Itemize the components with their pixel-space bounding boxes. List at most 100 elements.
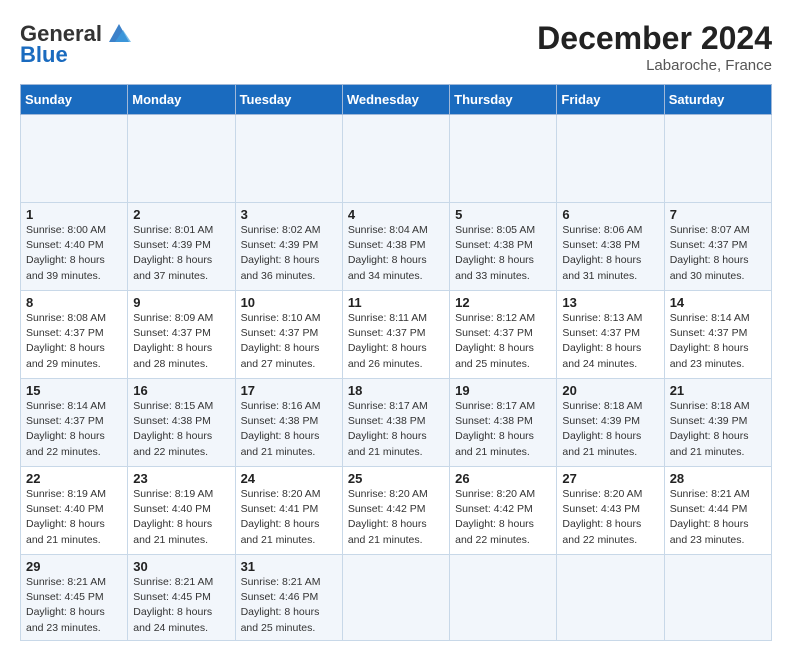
calendar-day-cell: 27Sunrise: 8:20 AMSunset: 4:43 PMDayligh…: [557, 467, 664, 555]
calendar-day-cell: 3Sunrise: 8:02 AMSunset: 4:39 PMDaylight…: [235, 203, 342, 291]
day-number: 6: [562, 207, 658, 222]
calendar-week-row: 1Sunrise: 8:00 AMSunset: 4:40 PMDaylight…: [21, 203, 772, 291]
day-info: Sunrise: 8:19 AMSunset: 4:40 PMDaylight:…: [26, 487, 122, 548]
calendar-day-cell: 2Sunrise: 8:01 AMSunset: 4:39 PMDaylight…: [128, 203, 235, 291]
daylight-hours: Daylight: 8 hours and 21 minutes.: [348, 518, 427, 545]
sunrise-time: Sunrise: 8:00 AM: [26, 224, 106, 236]
daylight-hours: Daylight: 8 hours and 21 minutes.: [562, 430, 641, 457]
sunrise-time: Sunrise: 8:11 AM: [348, 312, 427, 324]
day-info: Sunrise: 8:06 AMSunset: 4:38 PMDaylight:…: [562, 223, 658, 284]
calendar-day-cell: 19Sunrise: 8:17 AMSunset: 4:38 PMDayligh…: [450, 379, 557, 467]
calendar-day-cell: 6Sunrise: 8:06 AMSunset: 4:38 PMDaylight…: [557, 203, 664, 291]
sunset-time: Sunset: 4:37 PM: [670, 239, 748, 251]
daylight-hours: Daylight: 8 hours and 23 minutes.: [670, 518, 749, 545]
daylight-hours: Daylight: 8 hours and 29 minutes.: [26, 342, 105, 369]
day-info: Sunrise: 8:07 AMSunset: 4:37 PMDaylight:…: [670, 223, 766, 284]
sunrise-time: Sunrise: 8:20 AM: [455, 488, 535, 500]
calendar-day-cell: 15Sunrise: 8:14 AMSunset: 4:37 PMDayligh…: [21, 379, 128, 467]
day-number: 4: [348, 207, 444, 222]
col-tuesday: Tuesday: [235, 85, 342, 115]
page: General Blue December 2024 Labaroche, Fr…: [0, 0, 792, 651]
daylight-hours: Daylight: 8 hours and 22 minutes.: [133, 430, 212, 457]
sunrise-time: Sunrise: 8:20 AM: [348, 488, 428, 500]
daylight-hours: Daylight: 8 hours and 33 minutes.: [455, 254, 534, 281]
daylight-hours: Daylight: 8 hours and 34 minutes.: [348, 254, 427, 281]
day-info: Sunrise: 8:04 AMSunset: 4:38 PMDaylight:…: [348, 223, 444, 284]
sunset-time: Sunset: 4:37 PM: [241, 327, 319, 339]
daylight-hours: Daylight: 8 hours and 21 minutes.: [241, 518, 320, 545]
sunrise-time: Sunrise: 8:10 AM: [241, 312, 321, 324]
col-thursday: Thursday: [450, 85, 557, 115]
day-number: 5: [455, 207, 551, 222]
calendar-day-cell: 11Sunrise: 8:11 AMSunset: 4:37 PMDayligh…: [342, 291, 449, 379]
sunset-time: Sunset: 4:38 PM: [455, 415, 533, 427]
day-number: 9: [133, 295, 229, 310]
day-number: 27: [562, 471, 658, 486]
calendar-day-cell: 4Sunrise: 8:04 AMSunset: 4:38 PMDaylight…: [342, 203, 449, 291]
day-info: Sunrise: 8:02 AMSunset: 4:39 PMDaylight:…: [241, 223, 337, 284]
sunrise-time: Sunrise: 8:05 AM: [455, 224, 535, 236]
daylight-hours: Daylight: 8 hours and 28 minutes.: [133, 342, 212, 369]
daylight-hours: Daylight: 8 hours and 37 minutes.: [133, 254, 212, 281]
day-number: 19: [455, 383, 551, 398]
calendar-day-cell: 10Sunrise: 8:10 AMSunset: 4:37 PMDayligh…: [235, 291, 342, 379]
sunset-time: Sunset: 4:37 PM: [455, 327, 533, 339]
col-saturday: Saturday: [664, 85, 771, 115]
day-info: Sunrise: 8:15 AMSunset: 4:38 PMDaylight:…: [133, 399, 229, 460]
location: Labaroche, France: [537, 57, 772, 74]
calendar-day-cell: [664, 115, 771, 203]
calendar-day-cell: [557, 115, 664, 203]
sunrise-time: Sunrise: 8:09 AM: [133, 312, 213, 324]
calendar-day-cell: 8Sunrise: 8:08 AMSunset: 4:37 PMDaylight…: [21, 291, 128, 379]
day-info: Sunrise: 8:21 AMSunset: 4:45 PMDaylight:…: [26, 575, 122, 636]
calendar-day-cell: [21, 115, 128, 203]
calendar-day-cell: 22Sunrise: 8:19 AMSunset: 4:40 PMDayligh…: [21, 467, 128, 555]
col-monday: Monday: [128, 85, 235, 115]
day-info: Sunrise: 8:16 AMSunset: 4:38 PMDaylight:…: [241, 399, 337, 460]
header: General Blue December 2024 Labaroche, Fr…: [20, 20, 772, 74]
day-info: Sunrise: 8:08 AMSunset: 4:37 PMDaylight:…: [26, 311, 122, 372]
daylight-hours: Daylight: 8 hours and 36 minutes.: [241, 254, 320, 281]
sunrise-time: Sunrise: 8:20 AM: [562, 488, 642, 500]
calendar-day-cell: 23Sunrise: 8:19 AMSunset: 4:40 PMDayligh…: [128, 467, 235, 555]
day-number: 2: [133, 207, 229, 222]
calendar-day-cell: 12Sunrise: 8:12 AMSunset: 4:37 PMDayligh…: [450, 291, 557, 379]
day-info: Sunrise: 8:21 AMSunset: 4:46 PMDaylight:…: [241, 575, 337, 636]
daylight-hours: Daylight: 8 hours and 22 minutes.: [455, 518, 534, 545]
day-info: Sunrise: 8:20 AM Sunset: 4:42 PM Daylight:…: [348, 487, 444, 548]
daylight-hours: Daylight: 8 hours and 31 minutes.: [562, 254, 641, 281]
day-number: 16: [133, 383, 229, 398]
calendar-header-row: Sunday Monday Tuesday Wednesday Thursday…: [21, 85, 772, 115]
day-number: 14: [670, 295, 766, 310]
sunset-time: Sunset: 4:37 PM: [670, 327, 748, 339]
sunset-time: Sunset: 4:40 PM: [26, 239, 104, 251]
calendar-day-cell: [557, 555, 664, 641]
daylight-hours: Daylight: 8 hours and 24 minutes.: [562, 342, 641, 369]
day-number: 31: [241, 559, 337, 574]
calendar-week-row: 29Sunrise: 8:21 AMSunset: 4:45 PMDayligh…: [21, 555, 772, 641]
daylight-hours: Daylight: 8 hours and 21 minutes.: [133, 518, 212, 545]
day-info: Sunrise: 8:14 AMSunset: 4:37 PMDaylight:…: [26, 399, 122, 460]
calendar-day-cell: 7Sunrise: 8:07 AMSunset: 4:37 PMDaylight…: [664, 203, 771, 291]
day-number: 26: [455, 471, 551, 486]
sunrise-time: Sunrise: 8:15 AM: [133, 400, 213, 412]
calendar-week-row: 8Sunrise: 8:08 AMSunset: 4:37 PMDaylight…: [21, 291, 772, 379]
logo-icon: [105, 20, 133, 48]
day-number: 22: [26, 471, 122, 486]
day-info: Sunrise: 8:20 AMSunset: 4:42 PMDaylight:…: [455, 487, 551, 548]
sunrise-time: Sunrise: 8:21 AM: [241, 576, 321, 588]
calendar-day-cell: [450, 115, 557, 203]
calendar-day-cell: [342, 555, 449, 641]
daylight-hours: Daylight: 8 hours and 22 minutes.: [562, 518, 641, 545]
calendar-day-cell: 21Sunrise: 8:18 AMSunset: 4:39 PMDayligh…: [664, 379, 771, 467]
daylight-hours: Daylight: 8 hours and 21 minutes.: [348, 430, 427, 457]
sunset-time: Sunset: 4:41 PM: [241, 503, 319, 515]
daylight-hours: Daylight: 8 hours and 25 minutes.: [241, 606, 320, 633]
calendar: Sunday Monday Tuesday Wednesday Thursday…: [20, 84, 772, 641]
day-number: 25: [348, 471, 444, 486]
day-number: 18: [348, 383, 444, 398]
calendar-day-cell: 9Sunrise: 8:09 AMSunset: 4:37 PMDaylight…: [128, 291, 235, 379]
day-info: Sunrise: 8:12 AMSunset: 4:37 PMDaylight:…: [455, 311, 551, 372]
sunset-time: Sunset: 4:42 PM: [348, 503, 426, 515]
day-number: 12: [455, 295, 551, 310]
